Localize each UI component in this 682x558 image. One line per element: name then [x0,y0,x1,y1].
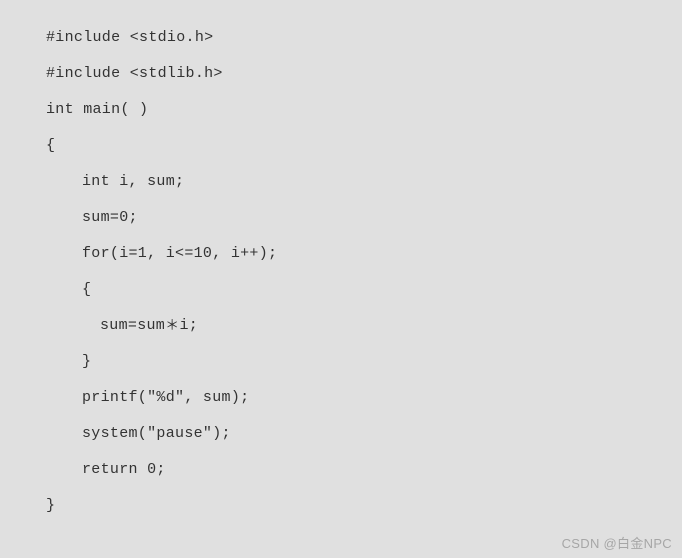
code-line-6: sum=0; [46,200,682,236]
code-line-11: printf("%d", sum); [46,380,682,416]
code-line-2: #include <stdlib.h> [46,56,682,92]
code-fragment-9b: i; [179,317,198,334]
code-line-13: return 0; [46,452,682,488]
code-line-12: system("pause"); [46,416,682,452]
star-icon: ＊ [165,318,179,332]
code-line-8: { [46,272,682,308]
code-line-1: #include <stdio.h> [46,20,682,56]
code-line-5: int i, sum; [46,164,682,200]
code-line-14: } [46,488,682,524]
code-line-3: int main( ) [46,92,682,128]
code-line-4: { [46,128,682,164]
code-fragment-9a: sum=sum [100,317,165,334]
watermark: CSDN @白金NPC [562,533,672,552]
code-line-7: for(i=1, i<=10, i++); [46,236,682,272]
code-line-9: sum=sum＊i; [46,308,682,344]
code-line-10: } [46,344,682,380]
